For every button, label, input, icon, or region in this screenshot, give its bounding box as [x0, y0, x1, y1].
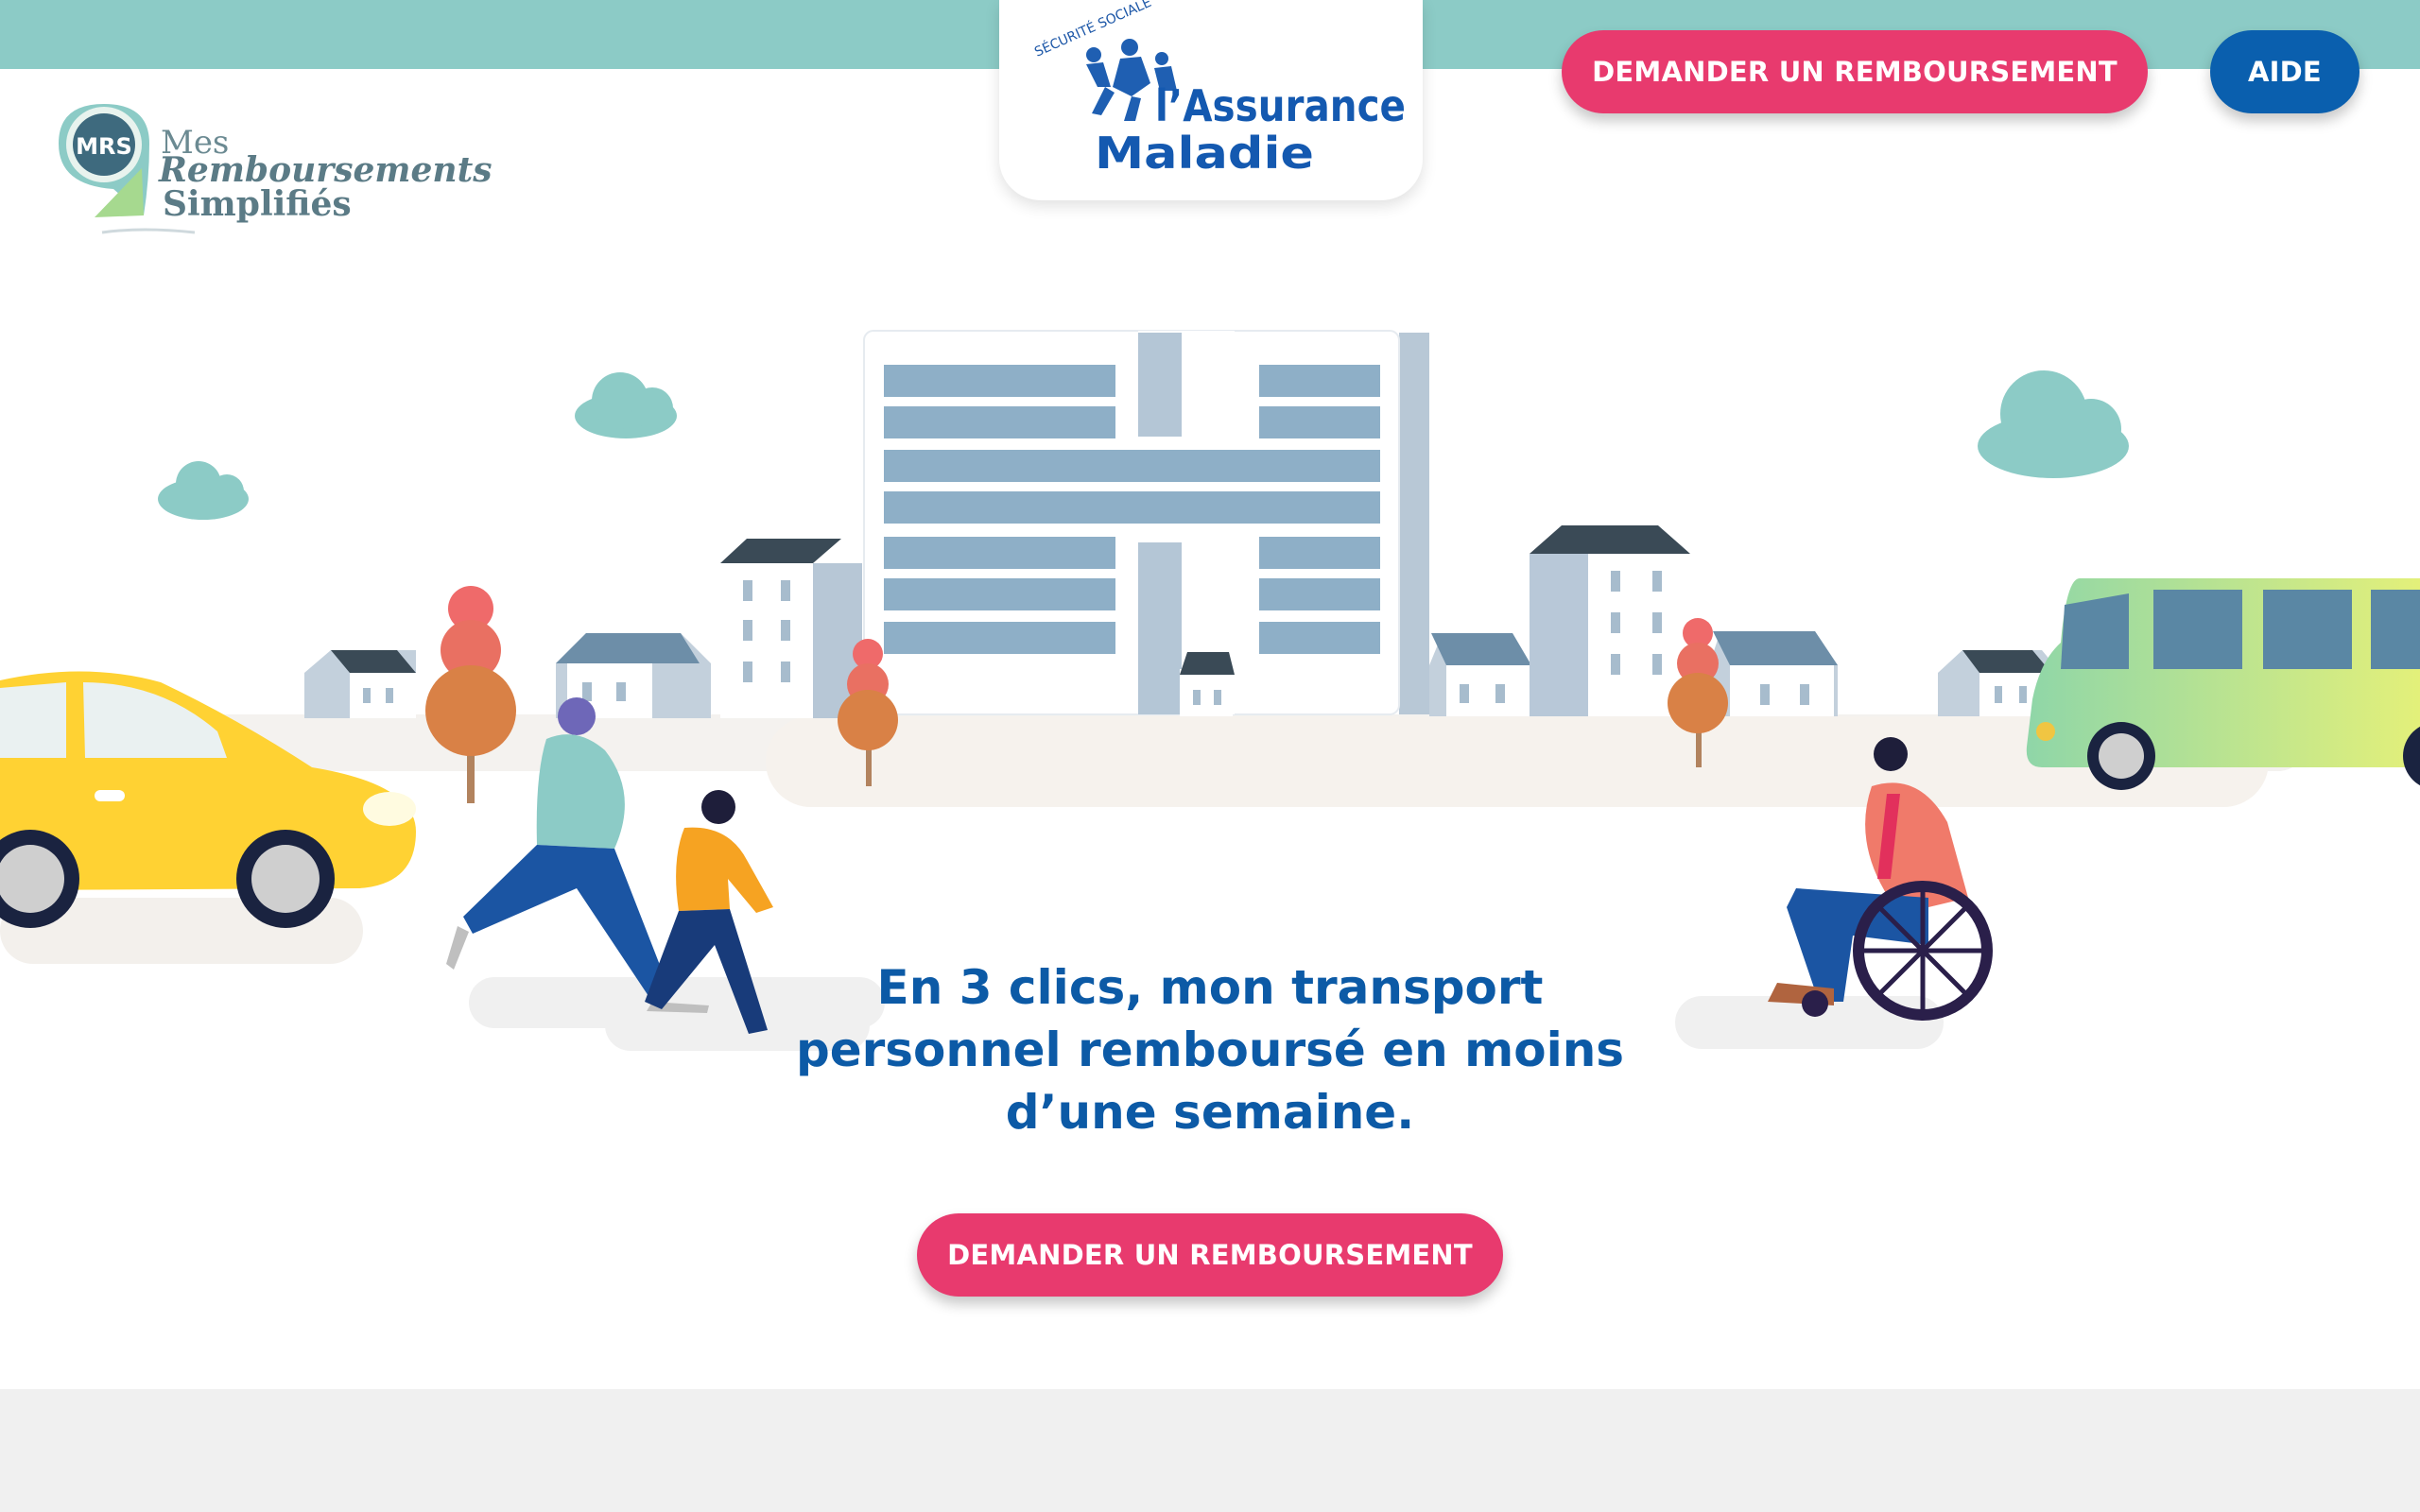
cloud-icon [575, 372, 677, 438]
bus [2026, 578, 2420, 790]
cloud-icon [158, 461, 249, 520]
house [304, 650, 416, 718]
hero-title-line2: personnel remboursé en moins [795, 1022, 1625, 1077]
house [1530, 525, 1690, 716]
hero-title-line1: En 3 clics, mon transport [876, 960, 1544, 1015]
house [1709, 631, 1838, 716]
hero-request-reimbursement-button[interactable]: DEMANDER UN REMBOURSEMENT [917, 1213, 1503, 1297]
hero-title: En 3 clics, mon transport personnel remb… [718, 956, 1702, 1143]
house [1180, 652, 1235, 716]
hero-title-line3: d’une semaine. [1005, 1085, 1415, 1140]
footer-band [0, 1389, 2420, 1512]
cloud-icon [1978, 370, 2129, 478]
house [1429, 633, 1531, 716]
house [720, 539, 862, 718]
hospital-building [863, 330, 1429, 715]
